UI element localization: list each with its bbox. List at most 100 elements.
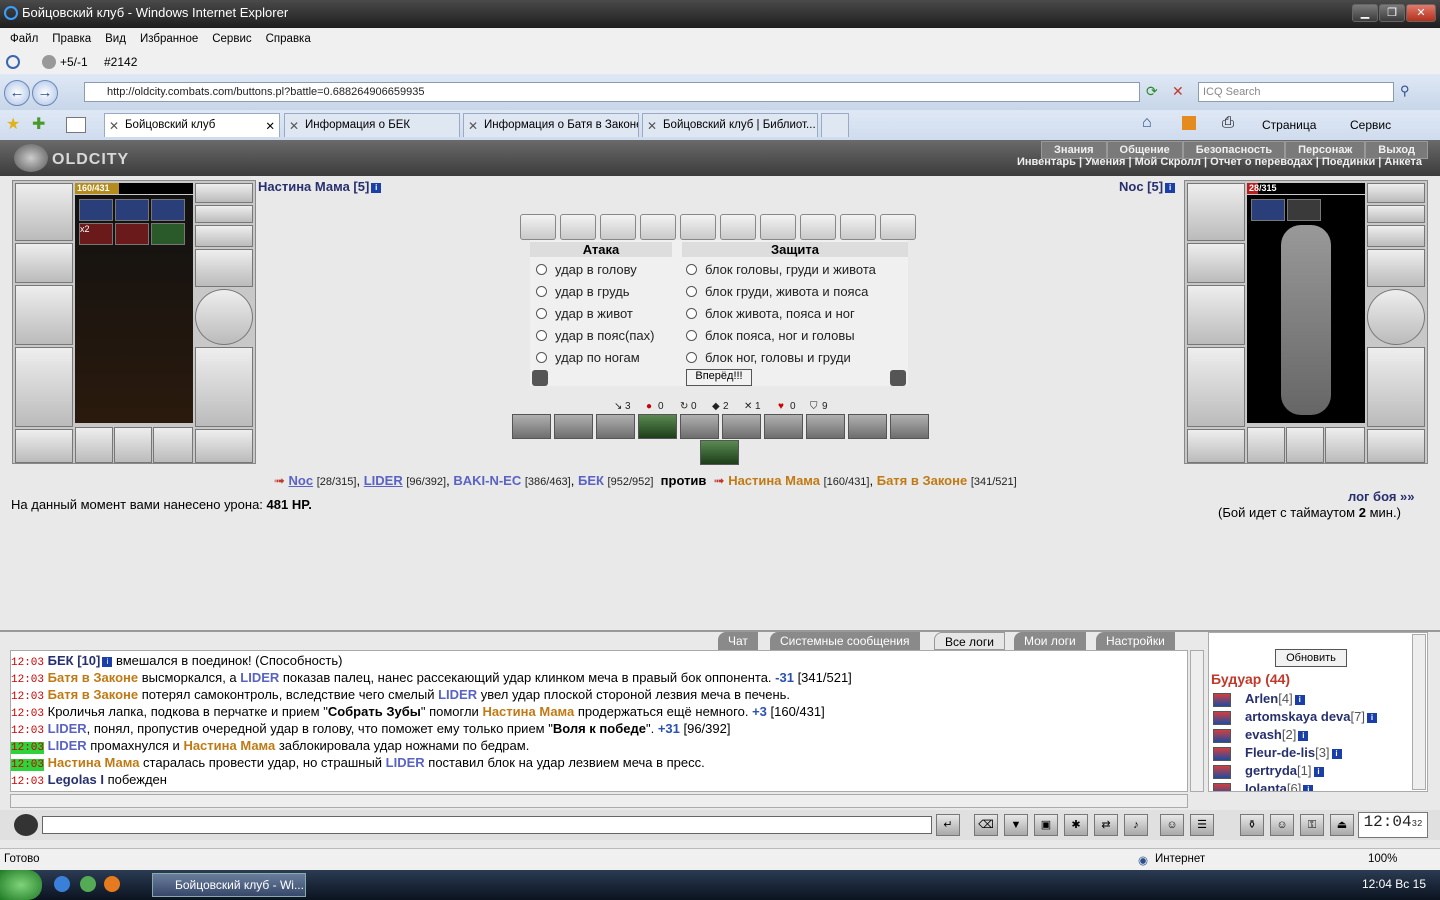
save-icon[interactable]: ▣	[1034, 814, 1058, 836]
bracers-slot-icon[interactable]	[15, 243, 73, 283]
scroll-slot-icon[interactable]	[600, 214, 636, 240]
user-name[interactable]: Arlen	[1245, 691, 1278, 706]
tab-system[interactable]: Системные сообщения	[770, 632, 920, 650]
refresh-icon[interactable]: ⟳	[1146, 83, 1164, 101]
empty-slot-icon[interactable]	[1325, 427, 1365, 463]
game-sub-nav[interactable]: Инвентарь | Умения | Мой Скролл | Отчет …	[1017, 156, 1422, 168]
scroll-slot-icon[interactable]	[680, 214, 716, 240]
menu-help[interactable]: Справка	[266, 33, 311, 47]
armor-slot-icon[interactable]	[15, 347, 73, 427]
info-icon[interactable]: i	[1298, 730, 1309, 741]
left-character-name[interactable]: Настина Мама [5] i	[258, 179, 382, 194]
sound-icon[interactable]: ♪	[1124, 814, 1148, 836]
spell-heart-icon[interactable]	[512, 414, 551, 439]
amulet-slot-icon[interactable]	[195, 183, 253, 203]
battle-log-link[interactable]: лог боя »»	[1348, 489, 1415, 504]
defense-option-1[interactable]: блок головы, груди и живота	[686, 262, 876, 277]
user-name[interactable]: Iolanta	[1245, 781, 1287, 791]
icq-quicklaunch-icon[interactable]	[80, 876, 96, 892]
scroll-slot-icon[interactable]	[520, 214, 556, 240]
tab-info-bek[interactable]: ✕ Информация о БЕК	[284, 113, 460, 137]
amulet-slot-icon[interactable]	[1367, 183, 1425, 203]
forward-button[interactable]: →	[32, 80, 58, 106]
attack-option-legs[interactable]: удар по ногам	[536, 350, 640, 365]
right-character-name[interactable]: Noc [5] i	[1119, 179, 1176, 194]
gloves-slot-icon[interactable]	[1367, 249, 1425, 287]
chat-hscrollbar[interactable]	[10, 794, 1188, 808]
spell-slot-icon[interactable]	[806, 414, 845, 439]
close-button[interactable]: ✕	[1406, 4, 1436, 22]
stop-icon[interactable]: ✕	[1172, 83, 1190, 101]
rings-slot-icon[interactable]	[195, 225, 253, 247]
info-icon[interactable]: i	[1313, 766, 1324, 777]
refresh-button[interactable]: Обновить	[1275, 649, 1347, 667]
earring-slot-icon[interactable]	[1367, 205, 1425, 223]
user-item[interactable]: Arlen[4] i	[1245, 691, 1305, 706]
menu-favorites[interactable]: Избранное	[140, 33, 198, 47]
quick-tabs-icon[interactable]	[66, 117, 86, 133]
taskbar-item[interactable]: Бойцовский клуб - Wi...	[152, 873, 306, 897]
tab-all-logs[interactable]: Все логи	[934, 632, 1005, 650]
add-favorite-icon[interactable]: ✚	[32, 114, 45, 134]
user-item[interactable]: evash[2] i	[1245, 727, 1309, 742]
earring-slot-icon[interactable]	[195, 205, 253, 223]
info-icon[interactable]: i	[1303, 784, 1314, 791]
menu-edit[interactable]: Правка	[52, 33, 91, 47]
chat-scrollbar[interactable]	[1190, 650, 1204, 792]
shield-slot-icon[interactable]	[195, 289, 253, 345]
tab-library[interactable]: ✕ Бойцовский клуб | Библиот...	[642, 113, 818, 137]
scroll-slot-icon[interactable]	[760, 214, 796, 240]
legs-slot-icon[interactable]	[195, 347, 253, 427]
user-name[interactable]: evash	[1245, 727, 1282, 742]
avatar-icon[interactable]	[14, 814, 38, 836]
scroll-slot-icon[interactable]	[720, 214, 756, 240]
info-icon[interactable]: i	[1331, 748, 1342, 759]
back-button[interactable]: ←	[4, 80, 30, 106]
gloves-slot-icon[interactable]	[195, 249, 253, 287]
tab-my-logs[interactable]: Мои логи	[1014, 632, 1086, 650]
favorites-star-icon[interactable]: ★	[6, 114, 20, 134]
maximize-button[interactable]: ❐	[1379, 4, 1405, 22]
counter-a[interactable]: +5/-1	[60, 55, 88, 69]
rss-icon[interactable]	[1182, 116, 1196, 130]
spell-slot-icon[interactable]	[596, 414, 635, 439]
zoom-level[interactable]: 100%	[1368, 853, 1397, 865]
spell-active-icon[interactable]	[700, 440, 739, 465]
spell-slot-icon[interactable]	[890, 414, 929, 439]
tab-settings[interactable]: Настройки	[1096, 632, 1175, 650]
helmet-slot-icon[interactable]	[15, 183, 73, 241]
lock-icon[interactable]: ⚿	[1300, 814, 1324, 836]
firefox-quicklaunch-icon[interactable]	[104, 876, 120, 892]
scroll-slot-icon[interactable]	[800, 214, 836, 240]
ie-quicklaunch-icon[interactable]	[54, 876, 70, 892]
minimize-button[interactable]: ▁	[1352, 4, 1378, 22]
enemy-noc[interactable]: Noc	[289, 473, 314, 488]
armor-slot-icon[interactable]	[1187, 347, 1245, 427]
transfer-icon[interactable]: ⇄	[1094, 814, 1118, 836]
filter-icon[interactable]: ▼	[1004, 814, 1028, 836]
user-item[interactable]: artomskaya deva[7] i	[1245, 709, 1377, 724]
refresh-emblem-icon[interactable]	[890, 370, 906, 386]
belt-slot-icon[interactable]	[1187, 429, 1245, 463]
defense-option-3[interactable]: блок живота, пояса и ног	[686, 306, 855, 321]
user-item[interactable]: gertryda[1] i	[1245, 763, 1324, 778]
user-item[interactable]: Iolanta[6] i	[1245, 781, 1314, 791]
spell-slot-icon[interactable]	[722, 414, 761, 439]
chat-input[interactable]	[42, 816, 932, 834]
menu-tools[interactable]: Сервис	[212, 33, 251, 47]
boots-slot-icon[interactable]	[195, 429, 253, 463]
people-icon[interactable]: ✱	[1064, 814, 1088, 836]
empty-slot-icon[interactable]	[1286, 427, 1324, 463]
defense-option-2[interactable]: блок груди, живота и пояса	[686, 284, 868, 299]
address-input[interactable]: http://oldcity.combats.com/buttons.pl?ba…	[84, 82, 1140, 102]
spell-slot-icon[interactable]	[764, 414, 803, 439]
attack-option-chest[interactable]: удар в грудь	[536, 284, 630, 299]
search-input[interactable]: ICQ Search	[1198, 82, 1394, 102]
spell-shield-icon[interactable]	[554, 414, 593, 439]
empty-slot-icon[interactable]	[114, 427, 152, 463]
scroll-slot-icon[interactable]	[560, 214, 596, 240]
defense-option-5[interactable]: блок ног, головы и груди	[686, 350, 851, 365]
enemy-baki[interactable]: BAKI-N-EC	[453, 473, 521, 488]
empty-slot-icon[interactable]	[1247, 427, 1285, 463]
eraser-icon[interactable]: ⌫	[974, 814, 998, 836]
